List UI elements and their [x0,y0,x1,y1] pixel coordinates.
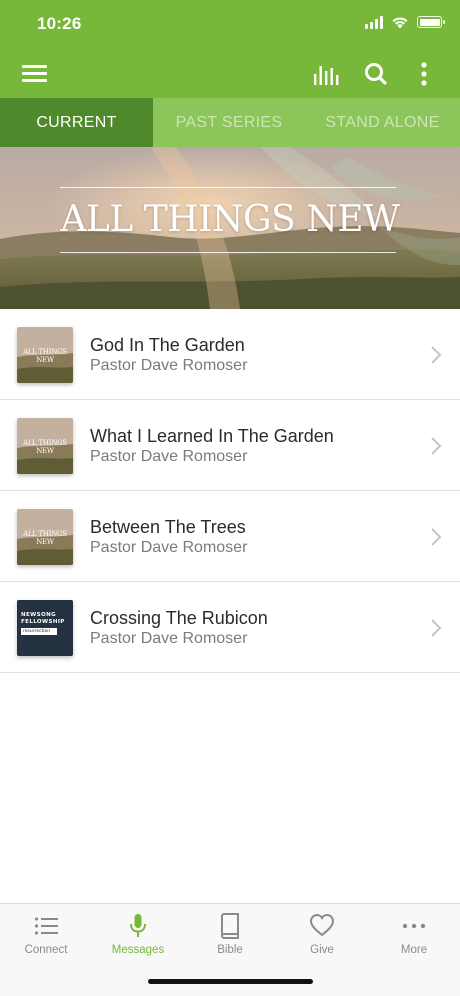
message-speaker: Pastor Dave Romoser [90,630,248,647]
status-time: 10:26 [37,14,82,33]
nav-label: Messages [111,944,165,956]
heart-icon [310,913,334,937]
app-header: 10:26 [0,0,460,98]
book-icon [221,913,239,939]
home-indicator [148,979,313,984]
thumbnail-text: NEWSONG FELLOWSHIP [21,612,65,625]
nav-give[interactable]: Give [276,904,368,964]
cellular-signal-icon [365,15,383,29]
more-horizontal-icon [402,923,426,929]
audio-player-button[interactable] [313,62,341,86]
tab-stand-alone[interactable]: STAND ALONE [305,98,460,147]
banner-title: ALL THINGS NEW [60,199,400,240]
message-title: What I Learned In The Garden [90,426,334,446]
battery-icon [417,16,445,28]
banner-rule-top [60,187,396,188]
chevron-right-icon [431,346,442,364]
thumbnail-text: ALL THINGS NEW [23,439,67,455]
message-title: God In The Garden [90,335,245,355]
toolbar [0,50,460,98]
status-bar: 10:26 [0,0,460,50]
message-thumbnail: ALL THINGS NEW [17,418,73,474]
tab-past-series[interactable]: PAST SERIES [153,98,305,147]
wifi-icon [392,17,408,29]
chevron-right-icon [431,437,442,455]
nav-label: Bible [217,944,243,956]
message-thumbnail: NEWSONG FELLOWSHIP resurrection sunday [17,600,73,656]
message-title: Crossing The Rubicon [90,608,268,628]
nav-bible[interactable]: Bible [184,904,276,964]
message-title: Between The Trees [90,517,246,537]
message-speaker: Pastor Dave Romoser [90,539,248,556]
message-speaker: Pastor Dave Romoser [90,357,248,374]
list-item[interactable]: ALL THINGS NEW Between The Trees Pastor … [0,491,460,582]
thumbnail-text: ALL THINGS NEW [23,348,67,364]
chevron-right-icon [431,528,442,546]
series-banner[interactable]: ALL THINGS NEW [0,147,460,309]
tab-current[interactable]: CURRENT [0,98,153,147]
chevron-right-icon [431,619,442,637]
more-options-button[interactable] [414,61,434,87]
list-item[interactable]: ALL THINGS NEW God In The Garden Pastor … [0,309,460,400]
nav-connect[interactable]: Connect [0,904,92,964]
thumbnail-subtext: resurrection sunday [21,628,57,641]
more-vertical-icon [421,62,427,86]
search-button[interactable] [363,61,389,87]
message-list: ALL THINGS NEW God In The Garden Pastor … [0,309,460,673]
nav-more[interactable]: More [368,904,460,964]
menu-icon [22,65,47,68]
equalizer-icon [314,66,339,85]
message-speaker: Pastor Dave Romoser [90,448,248,465]
nav-messages[interactable]: Messages [92,904,184,964]
nav-label: More [400,944,428,956]
thumbnail-text: ALL THINGS NEW [23,530,67,546]
nav-label: Give [310,944,334,956]
list-item[interactable]: NEWSONG FELLOWSHIP resurrection sunday C… [0,582,460,673]
nav-label: Connect [24,944,68,956]
status-icons [365,15,445,29]
series-tabs: CURRENT PAST SERIES STAND ALONE [0,98,460,147]
list-item[interactable]: ALL THINGS NEW What I Learned In The Gar… [0,400,460,491]
menu-button[interactable] [22,62,48,84]
microphone-icon [130,914,146,937]
list-icon [34,917,58,935]
message-thumbnail: ALL THINGS NEW [17,327,73,383]
banner-rule-bottom [60,252,396,253]
message-thumbnail: ALL THINGS NEW [17,509,73,565]
search-icon [365,63,387,85]
